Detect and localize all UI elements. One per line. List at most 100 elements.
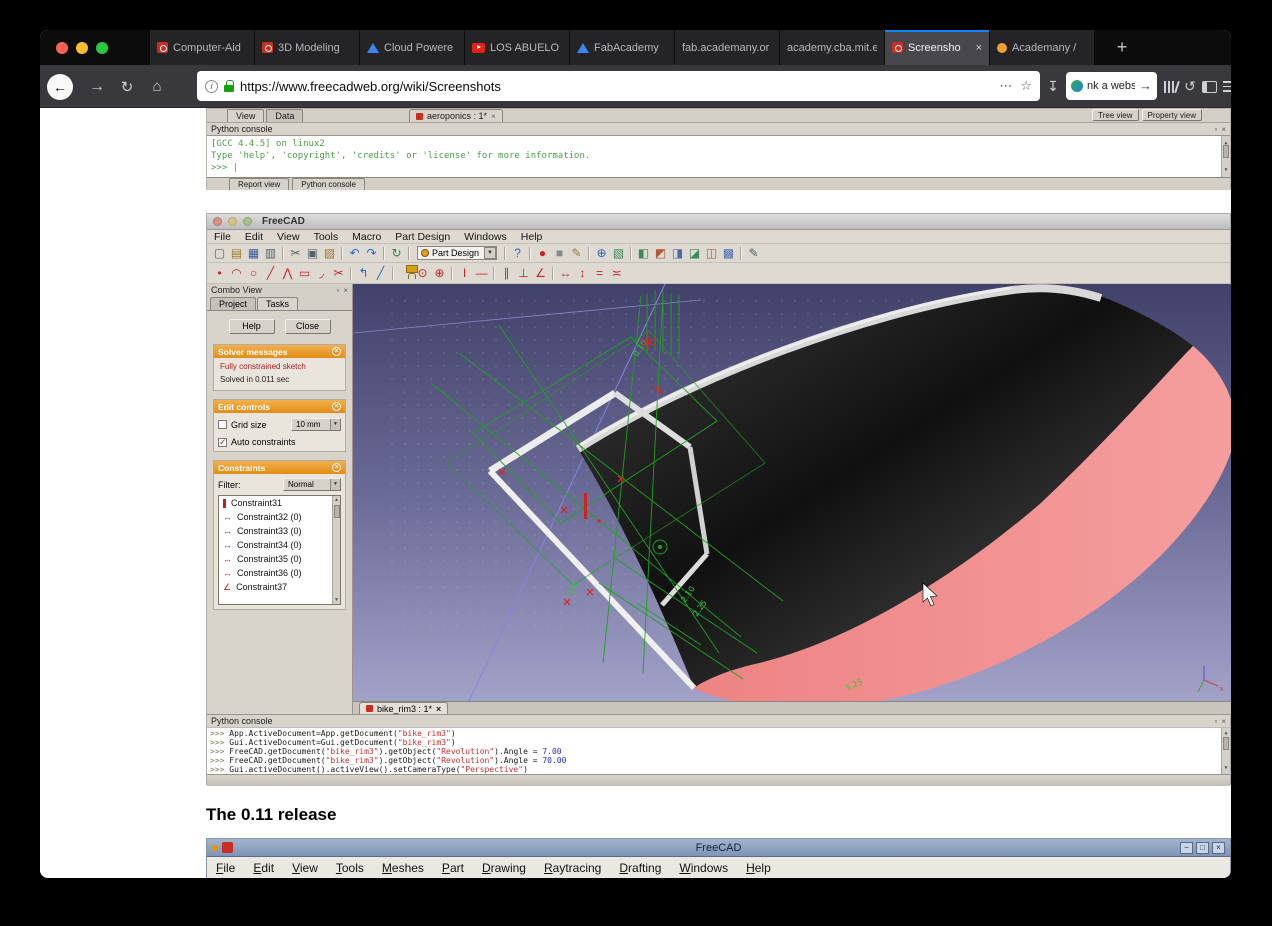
tab-project[interactable]: Project (210, 297, 257, 310)
collapse-icon[interactable] (332, 347, 341, 356)
tab-close-button[interactable]: × (976, 42, 982, 54)
menu-item-view[interactable]: View (270, 231, 307, 243)
collapse-icon[interactable] (332, 402, 341, 411)
constraint-perpendicular-icon[interactable]: ⊥ (515, 265, 532, 282)
property-view-button[interactable]: Property view (1141, 109, 1202, 121)
menu-item-meshes[interactable]: Meshes (373, 861, 433, 875)
menu-item-windows[interactable]: Windows (670, 861, 737, 875)
history-button[interactable] (1181, 65, 1199, 108)
workbench-selector[interactable]: Part Design (417, 246, 498, 260)
scrollbar[interactable]: ▲ ▼ (332, 496, 340, 604)
open-document-icon[interactable]: ▤ (228, 245, 245, 262)
menu-button[interactable] (1220, 65, 1231, 108)
rear-view-icon[interactable]: ◪ (686, 245, 703, 262)
menu-item-part-design[interactable]: Part Design (388, 231, 457, 243)
float-panel-icon[interactable] (336, 286, 339, 295)
page-info-icon[interactable] (205, 79, 218, 93)
menu-item-help[interactable]: Help (737, 861, 780, 875)
constraint-angle-icon[interactable]: ∠ (532, 265, 549, 282)
close-icon[interactable] (1221, 125, 1226, 134)
minimize-button[interactable] (76, 41, 88, 54)
cut-icon[interactable]: ✂ (287, 245, 304, 262)
create-arc-icon[interactable]: ◠ (228, 265, 245, 282)
browser-tab[interactable]: fab.academany.or (675, 30, 780, 65)
browser-tab[interactable]: 3D Modeling (255, 30, 360, 65)
menu-item-tools[interactable]: Tools (307, 231, 346, 243)
constraint-item[interactable]: Constraint37 (219, 580, 340, 594)
refresh-button[interactable] (116, 65, 138, 108)
report-view-tab[interactable]: Report view (229, 178, 290, 190)
close-button[interactable]: Close (284, 319, 331, 334)
close-icon[interactable] (343, 286, 348, 295)
filter-select[interactable]: Normal (283, 478, 341, 491)
close-icon[interactable] (436, 704, 441, 714)
browser-tab[interactable]: Academany / (990, 30, 1095, 65)
browser-tab[interactable]: Computer-Aid (150, 30, 255, 65)
create-circle-icon[interactable]: ○ (245, 265, 262, 282)
edit-macro-icon[interactable]: ✎ (568, 245, 585, 262)
create-line-icon[interactable]: ╱ (262, 265, 279, 282)
menu-item-drafting[interactable]: Drafting (610, 861, 670, 875)
constraint-horizontal-icon[interactable]: ― (473, 265, 490, 282)
constraint-item[interactable]: Constraint32 (0) (219, 510, 340, 524)
axonometric-view-icon[interactable]: ▧ (610, 245, 627, 262)
help-button[interactable]: Help (228, 319, 275, 334)
python-console-tab[interactable]: Python console (292, 178, 365, 190)
minimize-button[interactable] (228, 217, 237, 226)
dock-icon[interactable] (1214, 125, 1217, 134)
menu-item-edit[interactable]: Edit (244, 861, 283, 875)
library-button[interactable] (1162, 65, 1180, 108)
whats-this-icon[interactable]: ? (509, 245, 526, 262)
menu-item-file[interactable]: File (207, 861, 244, 875)
scrollbar[interactable]: ▲ ▼ (1221, 136, 1230, 177)
front-view-icon[interactable]: ◧ (635, 245, 652, 262)
document-tab[interactable]: bike_rim3 : 1* (359, 702, 449, 714)
close-button[interactable]: × (1212, 841, 1225, 854)
constraint-item[interactable]: Constraint31 (219, 496, 340, 510)
menu-item-drawing[interactable]: Drawing (473, 861, 535, 875)
record-macro-icon[interactable]: ● (534, 245, 551, 262)
constraint-vertical-distance-icon[interactable]: ↕ (574, 265, 591, 282)
create-polyline-icon[interactable]: ⋀ (279, 265, 296, 282)
constraint-item[interactable]: Constraint33 (0) (219, 524, 340, 538)
trim-edge-icon[interactable]: ✂ (330, 265, 347, 282)
auto-constraints-checkbox[interactable] (218, 437, 227, 447)
create-fillet-icon[interactable]: ◞ (313, 265, 330, 282)
constraint-horizontal-distance-icon[interactable]: ↔ (557, 265, 574, 282)
fit-all-icon[interactable]: ⊕ (593, 245, 610, 262)
draw-style-icon[interactable]: ✎ (745, 245, 762, 262)
scrollbar[interactable]: ▲ ▼ (1221, 728, 1230, 774)
top-view-icon[interactable]: ◩ (652, 245, 669, 262)
sidebar-button[interactable] (1199, 65, 1219, 108)
search-box[interactable]: nk a website that is insic (1066, 72, 1157, 100)
constraint-vertical-icon[interactable]: Ι (456, 265, 473, 282)
browser-tab[interactable]: LOS ABUELO (465, 30, 570, 65)
close-icon[interactable] (491, 112, 496, 121)
browser-tab[interactable]: Cloud Powere (360, 30, 465, 65)
downloads-button[interactable] (1042, 65, 1064, 108)
menu-item-edit[interactable]: Edit (238, 231, 270, 243)
tab-tasks[interactable]: Tasks (257, 297, 299, 310)
zoom-button[interactable] (243, 217, 252, 226)
close-button[interactable] (56, 41, 68, 54)
browser-tab[interactable]: FabAcademy (570, 30, 675, 65)
python-console[interactable]: >>> App.ActiveDocument=App.getDocument("… (207, 727, 1230, 774)
maximize-button[interactable]: □ (1196, 841, 1209, 854)
menu-item-part[interactable]: Part (433, 861, 473, 875)
toggle-construction-icon[interactable]: ╱ (372, 265, 389, 282)
menu-item-view[interactable]: View (283, 861, 327, 875)
python-console[interactable]: [GCC 4.4.5] on linux2 Type 'help', 'copyr… (207, 135, 1230, 177)
constraint-symmetric-icon[interactable]: ≍ (608, 265, 625, 282)
go-arrow-icon[interactable] (1139, 77, 1152, 95)
copy-icon[interactable]: ▣ (304, 245, 321, 262)
refresh-icon[interactable]: ↻ (388, 245, 405, 262)
stop-macro-icon[interactable]: ■ (551, 245, 568, 262)
page-actions-icon[interactable] (999, 77, 1012, 95)
constraint-equal-icon[interactable]: = (591, 265, 608, 282)
menu-item-raytracing[interactable]: Raytracing (535, 861, 610, 875)
constraint-item[interactable]: Constraint35 (0) (219, 552, 340, 566)
constraint-item[interactable]: Constraint36 (0) (219, 566, 340, 580)
close-icon[interactable] (1221, 717, 1226, 726)
browser-tab[interactable]: Screensho × (885, 30, 990, 65)
grid-size-checkbox[interactable] (218, 420, 227, 429)
